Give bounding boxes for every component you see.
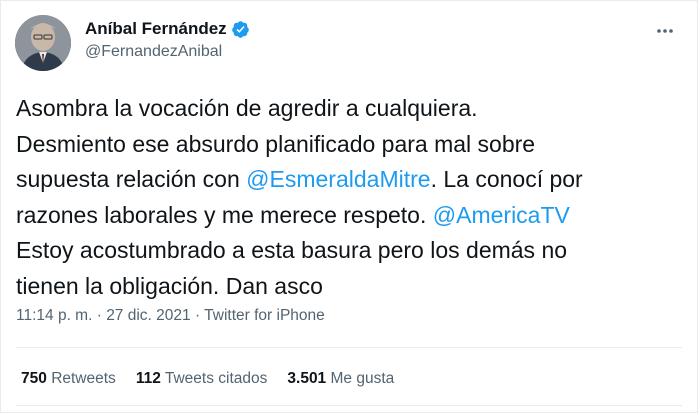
avatar[interactable] [15,15,71,71]
retweets-count: 750 [21,370,47,387]
likes-label: Me gusta [330,370,395,387]
tweet-time-link[interactable]: 11:14 p. m. [16,307,92,324]
retweets-stat[interactable]: 750 Retweets [21,370,116,388]
author-handle[interactable]: @FernandezAnibal [85,43,222,61]
tweet-line: Estoy acostumbrado a esta basura pero lo… [16,237,568,263]
author-name-row[interactable]: Aníbal Fernández [85,19,250,39]
quote-tweets-stat[interactable]: 112 Tweets citados [136,370,268,388]
tweet-line: supuesta relación con @EsmeraldaMitre. L… [16,162,686,198]
tweet-date-link[interactable]: 27 dic. 2021 [106,307,190,324]
tweet-line: tienen la obligación. Dan asco [16,272,323,299]
tweet-text-segment: . La conocí por [430,166,583,192]
divider [16,405,682,406]
tweet-meta: 11:14 p. m. · 27 dic. 2021 · Twitter for… [16,307,325,325]
tweet-card: Aníbal Fernández @FernandezAnibal Asombr… [0,0,698,413]
tweet-line: razones laborales y me merece respeto. @… [16,198,686,234]
profile-photo [15,15,71,71]
tweet-line: Asombra la vocación de agredir a cualqui… [16,95,478,121]
quotes-label: Tweets citados [164,370,268,387]
separator: · [190,307,205,324]
tweet-text-segment: razones laborales y me merece respeto. [16,201,433,228]
retweets-label: Retweets [51,370,116,387]
more-options-icon[interactable] [655,21,675,46]
mention-link-esmeraldamitre[interactable]: @EsmeraldaMitre [246,166,430,192]
quotes-count: 112 [135,370,161,387]
tweet-text-segment: supuesta relación con [16,166,247,192]
more-horizontal-icon [657,29,673,33]
likes-stat[interactable]: 3.501 Me gusta [287,370,394,388]
separator: · [92,307,107,324]
tweet-source-link[interactable]: Twitter for iPhone [204,307,325,324]
mention-link-americatv[interactable]: @AmericaTV [433,202,570,228]
tweet-line: Desmiento ese absurdo planificado para m… [16,130,536,157]
verified-badge-icon [231,20,249,38]
tweet-text: Asombra la vocación de agredir a cualqui… [16,91,686,304]
tweet-stats: 750 Retweets 112 Tweets citados 3.501 Me… [21,370,394,388]
divider [16,347,682,348]
author-name[interactable]: Aníbal Fernández [85,19,227,39]
likes-count: 3.501 [287,370,327,387]
